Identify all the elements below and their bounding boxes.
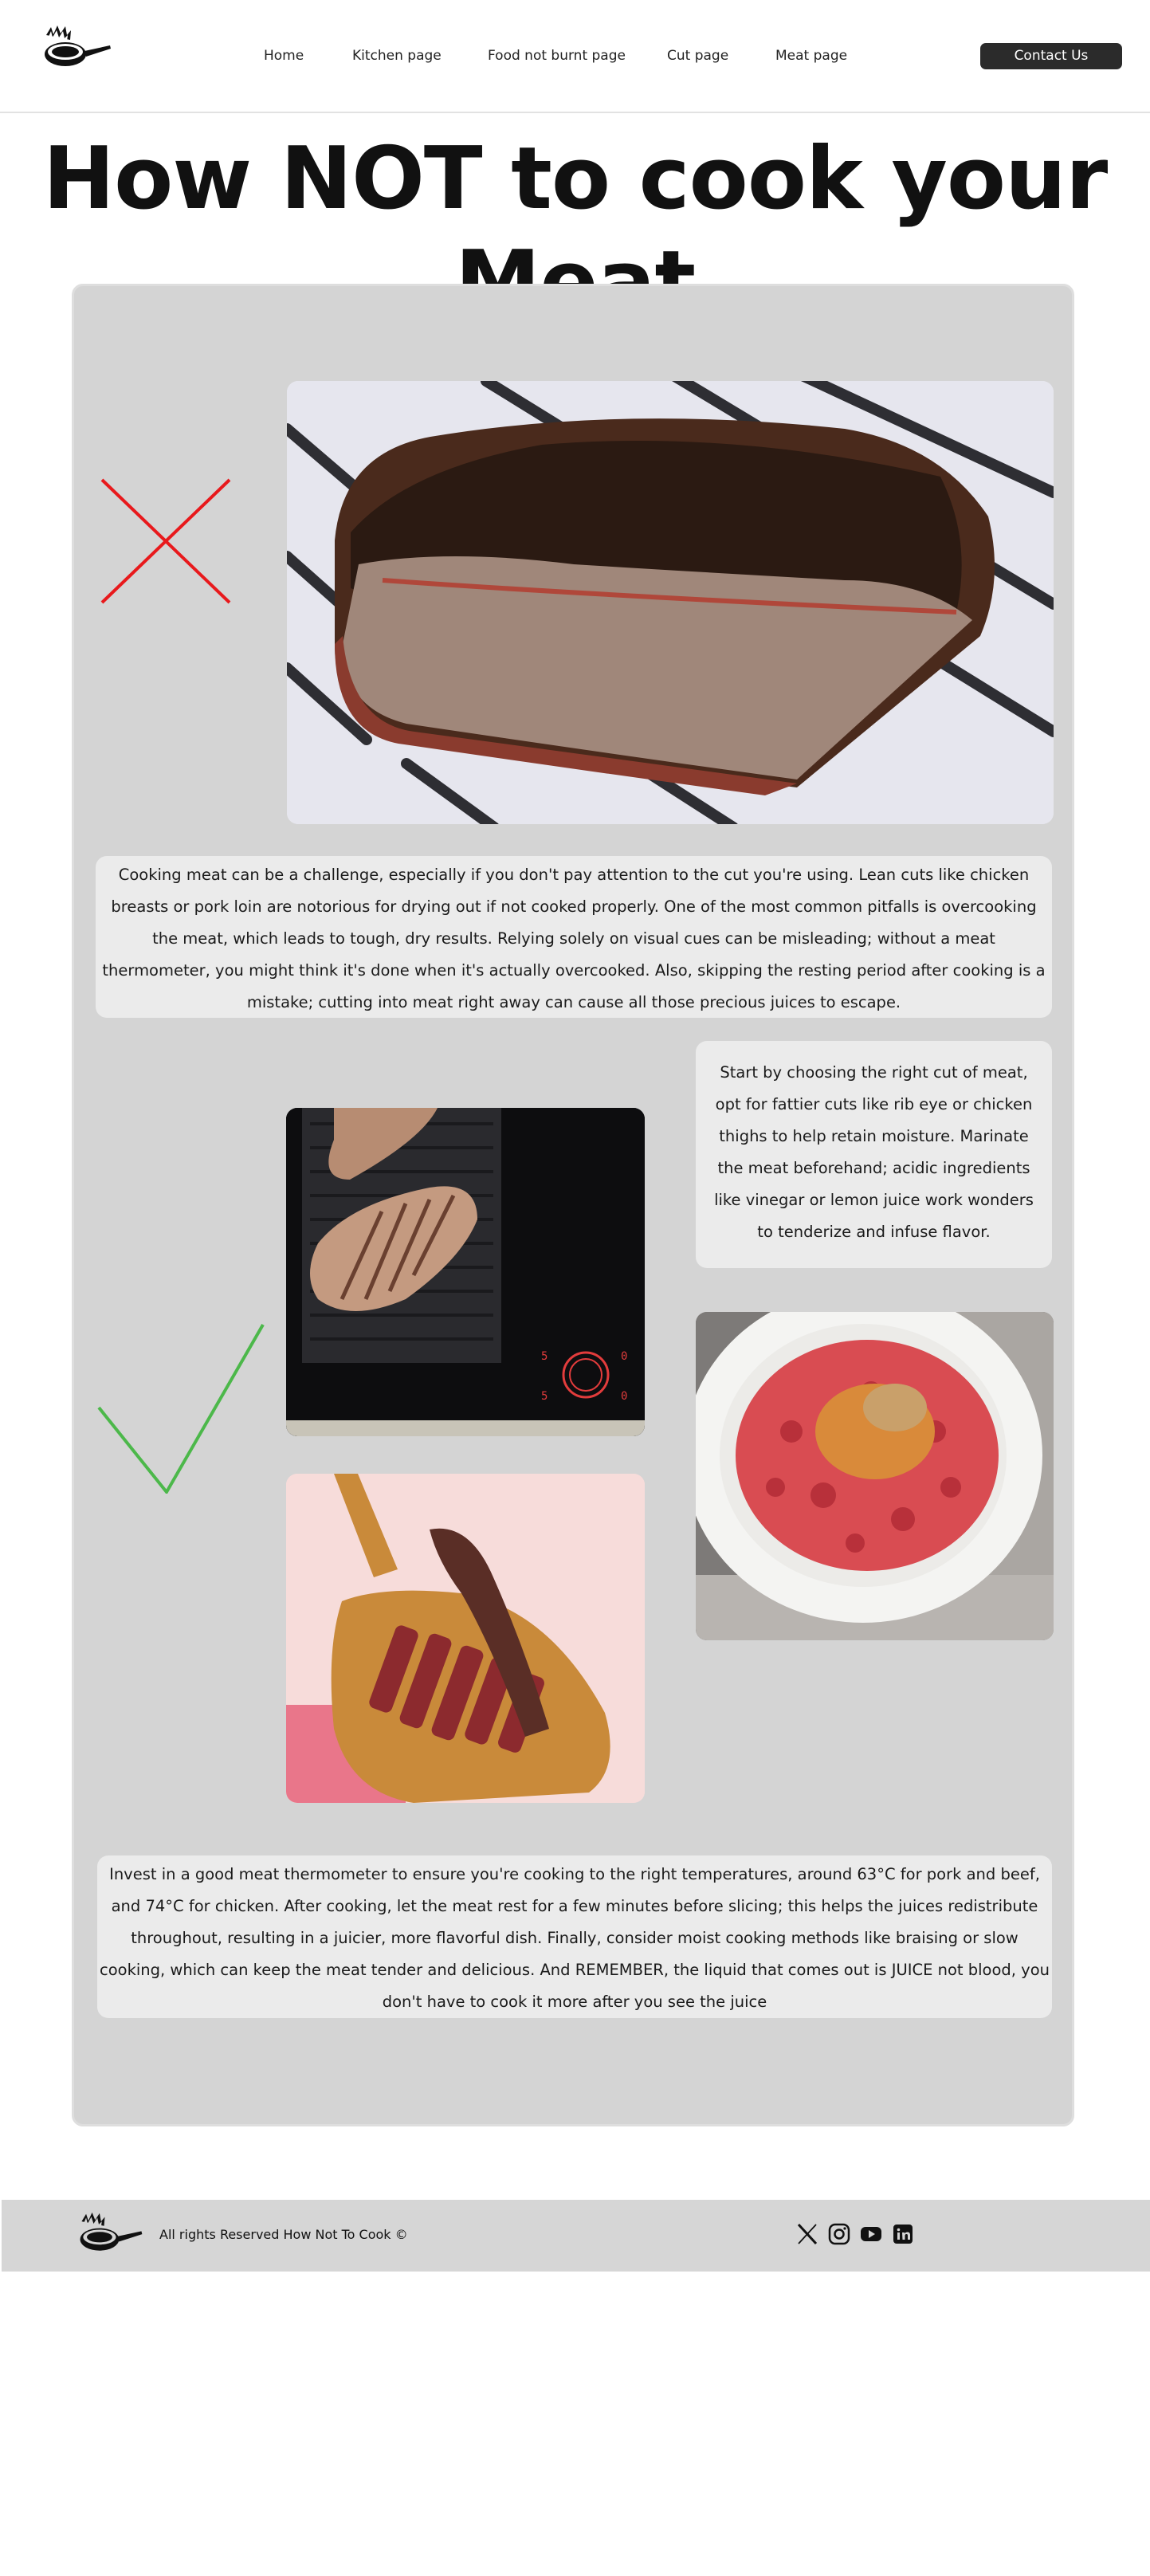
cooking-challenge-text: Cooking meat can be a challenge, especia… [96, 856, 1052, 1018]
seasoned-ground-meat-photo [696, 1312, 1054, 1640]
flaming-pan-logo-icon[interactable] [75, 2211, 147, 2259]
instagram-icon[interactable] [827, 2222, 851, 2246]
youtube-icon[interactable] [859, 2222, 883, 2246]
svg-text:5: 5 [541, 1350, 548, 1363]
cut-selection-tip-text: Start by choosing the right cut of meat,… [696, 1041, 1052, 1268]
flaming-pan-logo-icon[interactable] [41, 24, 113, 75]
contact-us-button[interactable]: Contact Us [980, 43, 1122, 69]
red-x-icon [100, 478, 231, 604]
copyright-text: All rights Reserved How Not To Cook © [159, 2227, 408, 2242]
svg-text:5: 5 [541, 1390, 548, 1403]
overcooked-steak-on-grill-photo [287, 381, 1054, 824]
steak-on-griddle-photo: 5 0 5 0 [286, 1108, 645, 1436]
nav-home[interactable]: Home [264, 48, 304, 64]
nav-meat-page[interactable]: Meat page [775, 48, 847, 64]
sliced-steak-on-board-photo [286, 1474, 645, 1803]
site-header: Home Kitchen page Food not burnt page Cu… [0, 0, 1150, 113]
x-icon[interactable] [795, 2222, 819, 2246]
linkedin-icon[interactable] [891, 2222, 915, 2246]
svg-text:0: 0 [621, 1350, 627, 1363]
nav-kitchen-page[interactable]: Kitchen page [352, 48, 442, 64]
svg-text:0: 0 [621, 1390, 627, 1403]
thermometer-tip-text: Invest in a good meat thermometer to ens… [97, 1855, 1052, 2018]
green-check-icon [97, 1323, 265, 1495]
nav-food-not-burnt-page[interactable]: Food not burnt page [488, 48, 626, 64]
nav-cut-page[interactable]: Cut page [667, 48, 728, 64]
site-footer: All rights Reserved How Not To Cook © [2, 2200, 1150, 2272]
